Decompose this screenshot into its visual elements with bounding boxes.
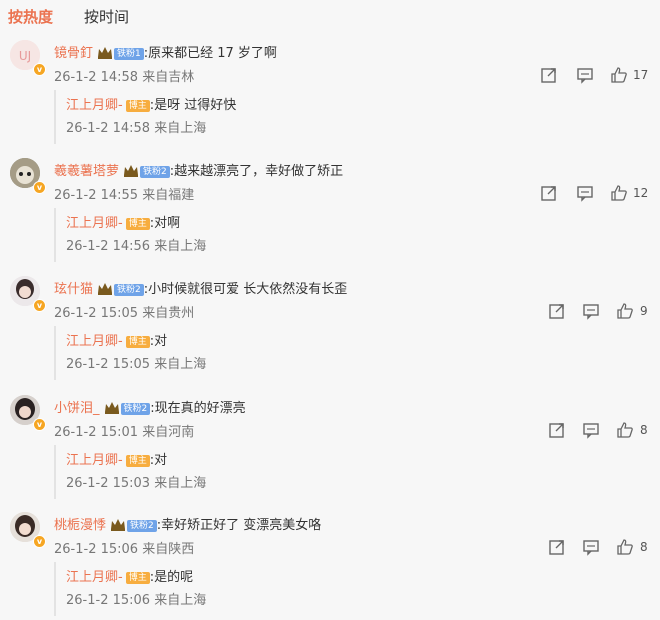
fan-level-badge: 铁粉2 xyxy=(127,520,157,532)
comment-text: :幸好矫正好了 变漂亮美女咯 xyxy=(156,518,322,533)
verified-icon: v xyxy=(33,535,46,548)
blogger-badge: 博主 xyxy=(125,455,150,467)
comment-text: :小时候就很可爱 长大依然没有长歪 xyxy=(143,282,348,297)
comment-item: UJ v 镜骨釘 铁粉1:原来都已经 17 岁了啊 26-1-2 14:58 来自… xyxy=(0,40,660,150)
comment-time: 26-1-2 14:58 xyxy=(54,70,139,85)
like-icon[interactable] xyxy=(616,538,634,556)
comment-location: 来自吉林 xyxy=(142,70,195,85)
comment-item: v 小饼泪_ 铁粉2:现在真的好漂亮 26-1-2 15:01 来自河南 8 江上… xyxy=(0,395,660,505)
like-count: 8 xyxy=(640,423,648,437)
share-icon[interactable] xyxy=(548,421,566,439)
reply-location: 来自上海 xyxy=(154,476,207,491)
comment-icon[interactable] xyxy=(582,421,600,439)
crown-icon xyxy=(124,165,139,177)
reply-location: 来自上海 xyxy=(154,357,207,372)
comment-time: 26-1-2 15:05 xyxy=(54,306,139,321)
reply-username[interactable]: 江上月卿- xyxy=(66,334,123,349)
reply-time: 26-1-2 14:58 xyxy=(66,121,151,136)
comment-item: v 桃栀漫悸 铁粉2:幸好矫正好了 变漂亮美女咯 26-1-2 15:06 来自陕… xyxy=(0,512,660,620)
comment-username[interactable]: 镜骨釘 xyxy=(54,46,93,61)
reply-username[interactable]: 江上月卿- xyxy=(66,570,123,585)
comment-icon[interactable] xyxy=(582,538,600,556)
reply-text: :对 xyxy=(149,453,168,468)
reply-text: :对啊 xyxy=(149,216,181,231)
comment-username[interactable]: 小饼泪_ xyxy=(54,401,100,416)
share-icon[interactable] xyxy=(548,538,566,556)
comment-location: 来自贵州 xyxy=(142,306,195,321)
crown-icon xyxy=(111,519,126,531)
reply-time: 26-1-2 15:05 xyxy=(66,357,151,372)
comment-time: 26-1-2 15:01 xyxy=(54,425,139,440)
reply-time: 26-1-2 15:03 xyxy=(66,476,151,491)
tab-sort-by-time[interactable]: 按时间 xyxy=(84,6,129,27)
verified-icon: v xyxy=(33,299,46,312)
reply-item: 江上月卿- 博主:是的呢 26-1-2 15:06 来自上海 xyxy=(54,562,656,616)
verified-icon: v xyxy=(33,181,46,194)
comment-location: 来自福建 xyxy=(142,188,195,203)
like-count: 8 xyxy=(640,540,648,554)
comment-text: :现在真的好漂亮 xyxy=(150,401,246,416)
reply-text: :对 xyxy=(149,334,168,349)
reply-location: 来自上海 xyxy=(154,121,207,136)
reply-item: 江上月卿- 博主:是呀 过得好快 26-1-2 14:58 来自上海 xyxy=(54,90,656,144)
verified-icon: v xyxy=(33,418,46,431)
comment-time: 26-1-2 15:06 xyxy=(54,542,139,557)
like-icon[interactable] xyxy=(616,421,634,439)
fan-level-badge: 铁粉2 xyxy=(114,284,144,296)
comment-item: v 羲羲薯塔萝 铁粉2:越来越漂亮了，幸好做了矫正 26-1-2 14:55 来自… xyxy=(0,158,660,268)
reply-item: 江上月卿- 博主:对啊 26-1-2 14:56 来自上海 xyxy=(54,208,656,262)
reply-location: 来自上海 xyxy=(154,239,207,254)
reply-username[interactable]: 江上月卿- xyxy=(66,216,123,231)
comment-icon[interactable] xyxy=(582,302,600,320)
crown-icon xyxy=(98,283,113,295)
reply-username[interactable]: 江上月卿- xyxy=(66,453,123,468)
share-icon[interactable] xyxy=(540,184,558,202)
crown-icon xyxy=(98,47,113,59)
fan-level-badge: 铁粉2 xyxy=(120,403,151,415)
reply-time: 26-1-2 15:06 xyxy=(66,593,151,608)
verified-icon: v xyxy=(33,63,46,76)
blogger-badge: 博主 xyxy=(125,572,150,584)
like-count: 12 xyxy=(633,186,649,200)
blogger-badge: 博主 xyxy=(125,100,150,112)
reply-text: :是呀 过得好快 xyxy=(149,98,237,113)
comment-text: :原来都已经 17 岁了啊 xyxy=(143,46,277,61)
comment-location: 来自河南 xyxy=(142,425,195,440)
like-icon[interactable] xyxy=(610,184,628,202)
comment-time: 26-1-2 14:55 xyxy=(54,188,139,203)
reply-item: 江上月卿- 博主:对 26-1-2 15:05 来自上海 xyxy=(54,326,656,380)
comment-text: :越来越漂亮了，幸好做了矫正 xyxy=(169,164,344,179)
reply-time: 26-1-2 14:56 xyxy=(66,239,151,254)
comment-icon[interactable] xyxy=(576,66,594,84)
comment-icon[interactable] xyxy=(576,184,594,202)
svg-text:UJ: UJ xyxy=(19,49,31,63)
comment-username[interactable]: 桃栀漫悸 xyxy=(54,518,106,533)
like-icon[interactable] xyxy=(616,302,634,320)
comment-username[interactable]: 玹什猫 xyxy=(54,282,93,297)
reply-item: 江上月卿- 博主:对 26-1-2 15:03 来自上海 xyxy=(54,445,656,499)
share-icon[interactable] xyxy=(548,302,566,320)
sort-tabs: 按热度 按时间 xyxy=(0,0,660,34)
comment-username[interactable]: 羲羲薯塔萝 xyxy=(54,164,119,179)
reply-username[interactable]: 江上月卿- xyxy=(66,98,123,113)
fan-level-badge: 铁粉1 xyxy=(114,48,144,60)
tab-sort-by-hot[interactable]: 按热度 xyxy=(8,6,53,27)
fan-level-badge: 铁粉2 xyxy=(140,166,170,178)
blogger-badge: 博主 xyxy=(125,218,150,230)
like-icon[interactable] xyxy=(610,66,628,84)
like-count: 17 xyxy=(633,68,649,82)
reply-location: 来自上海 xyxy=(154,593,207,608)
reply-text: :是的呢 xyxy=(149,570,194,585)
share-icon[interactable] xyxy=(540,66,558,84)
blogger-badge: 博主 xyxy=(125,336,150,348)
comment-location: 来自陕西 xyxy=(142,542,195,557)
like-count: 9 xyxy=(640,304,648,318)
comment-item: v 玹什猫 铁粉2:小时候就很可爱 长大依然没有长歪 26-1-2 15:05 来… xyxy=(0,276,660,386)
crown-icon xyxy=(104,402,119,414)
